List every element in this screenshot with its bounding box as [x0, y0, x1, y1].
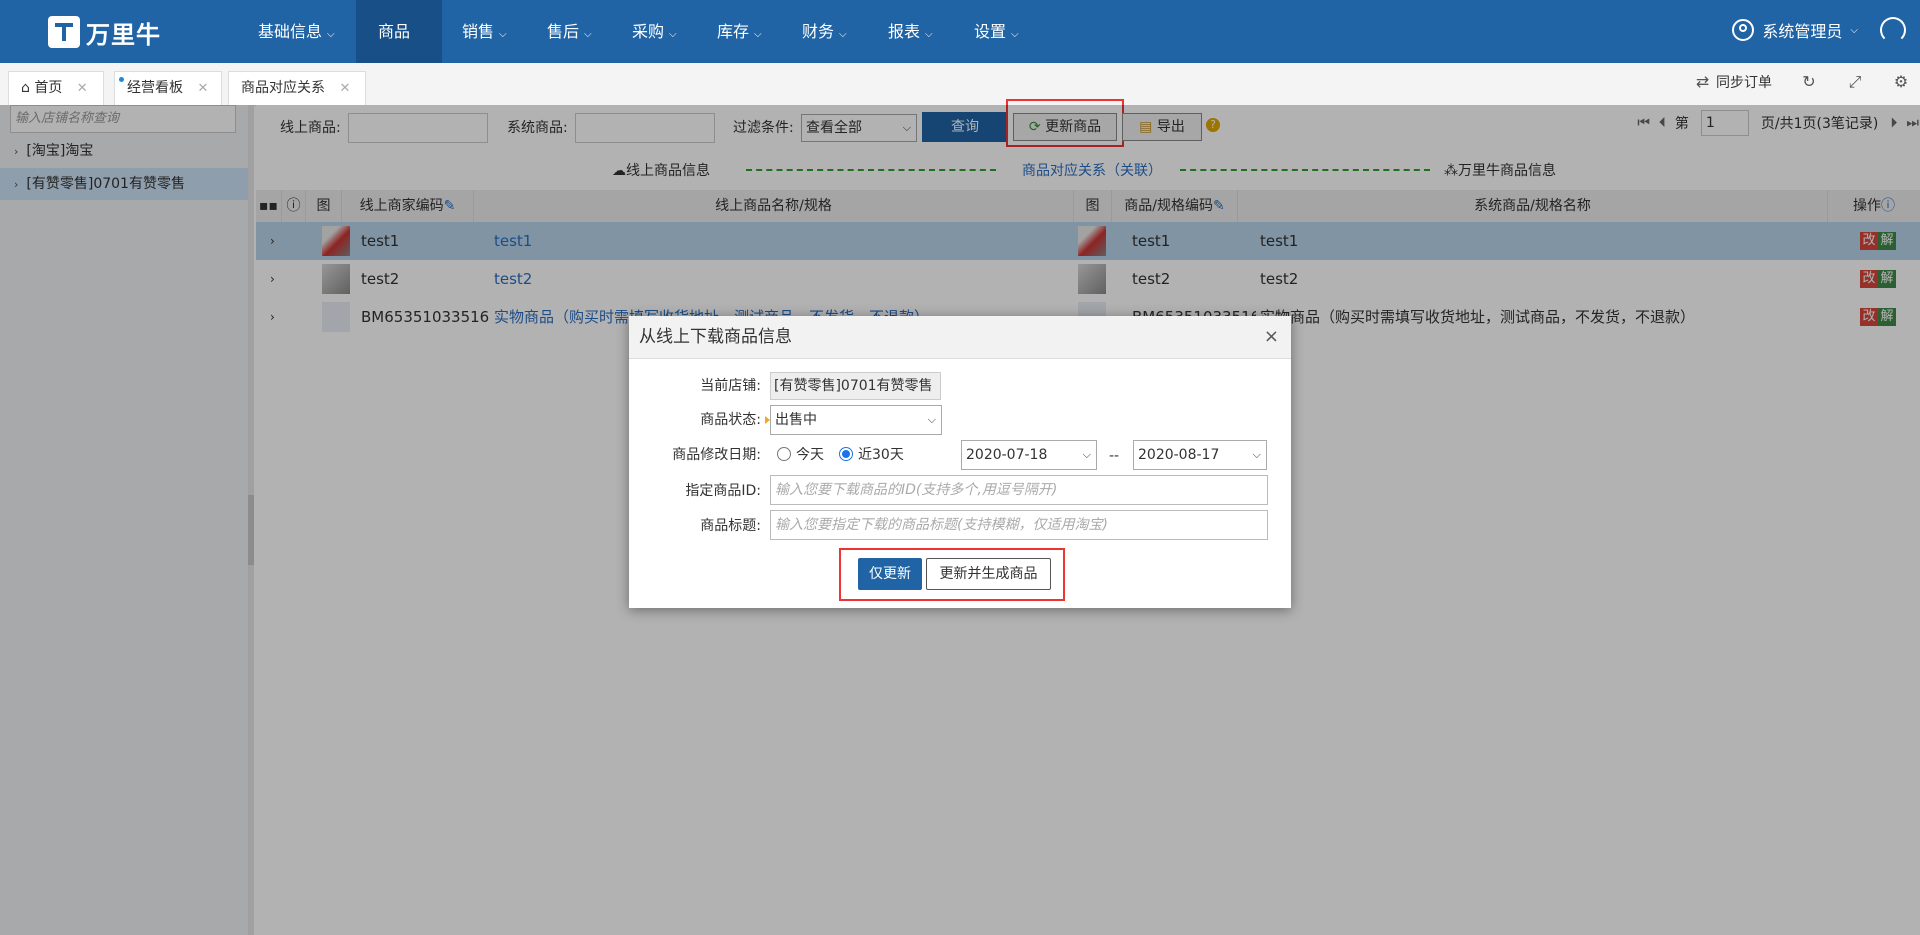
radio-today-label: 今天	[796, 447, 824, 463]
nav-item-sales[interactable]: 销售 ⌵	[440, 0, 529, 63]
user-name: 系统管理员	[1762, 22, 1843, 41]
sync-orders-button[interactable]: ⇄ 同步订单	[1694, 72, 1772, 92]
shop-label: 当前店铺:	[700, 378, 761, 394]
chevron-down-icon: ⌵	[584, 29, 592, 40]
swap-icon: ⇄	[1695, 72, 1710, 91]
tab-dashboard[interactable]: 经营看板 ✕	[114, 71, 222, 105]
settings-icon[interactable]: ⚙	[1892, 73, 1910, 91]
dialog-title: 从线上下载商品信息	[639, 327, 792, 347]
chevron-down-icon: ⌵	[1082, 448, 1091, 461]
tab-product-mapping[interactable]: 商品对应关系 ✕	[228, 71, 366, 105]
product-title-input[interactable]: 输入您要指定下载的商品标题(支持模糊，仅适用淘宝)	[770, 510, 1268, 540]
top-navbar: 万里牛 基础信息⌵ 商品⌵ 销售⌵ 售后⌵ 采购⌵ 库存⌵ 财务⌵ 报表⌵ 设置…	[0, 0, 1920, 103]
close-icon[interactable]: ✕	[197, 81, 208, 96]
tab-bar: ⌂ 首页 ✕ 经营看板 ✕ 商品对应关系 ✕	[0, 63, 1920, 106]
refresh-icon[interactable]: ↻	[1800, 73, 1818, 91]
update-and-generate-button[interactable]: 更新并生成商品	[926, 558, 1051, 590]
chevron-down-icon: ⌵	[839, 29, 847, 40]
radio-today[interactable]	[777, 447, 791, 461]
nav-item-basic-info[interactable]: 基础信息 ⌵	[236, 0, 357, 63]
fullscreen-icon[interactable]: ⤢	[1846, 73, 1864, 91]
close-icon[interactable]: ✕	[77, 81, 88, 96]
chevron-down-icon: ⌵	[1850, 24, 1858, 36]
date-label: 商品修改日期:	[672, 447, 761, 463]
radio-30days-label: 近30天	[858, 447, 904, 463]
update-only-button[interactable]: 仅更新	[858, 558, 922, 590]
home-icon: ⌂	[21, 80, 30, 96]
nav-item-after-sales[interactable]: 售后 ⌵	[525, 0, 614, 63]
right-tools: ⇄ 同步订单 ↻ ⤢ ⚙	[1694, 72, 1910, 92]
date-to-select[interactable]: 2020-08-17 ⌵	[1133, 440, 1267, 470]
chevron-down-icon: ⌵	[927, 413, 936, 426]
chevron-down-icon: ⌵	[1011, 29, 1019, 40]
close-icon[interactable]: ×	[1264, 316, 1279, 358]
current-shop-field: [有赞零售]0701有赞零售	[770, 372, 941, 400]
nav-item-reports[interactable]: 报表 ⌵	[866, 0, 955, 63]
user-menu[interactable]: 系统管理员 ⌵	[1732, 18, 1858, 42]
chevron-down-icon: ⌵	[754, 29, 762, 40]
nav-item-products[interactable]: 商品⌵	[356, 0, 442, 103]
logo-icon	[48, 16, 80, 48]
dialog-header: 从线上下载商品信息 ×	[629, 316, 1291, 359]
status-select[interactable]: 出售中 ⌵	[770, 405, 942, 435]
chevron-down-icon: ⌵	[925, 29, 933, 40]
download-products-dialog: 从线上下载商品信息 × 当前店铺: [有赞零售]0701有赞零售 商品状态: 出…	[629, 316, 1291, 608]
tab-home[interactable]: ⌂ 首页 ✕	[8, 71, 104, 105]
chevron-down-icon: ⌵	[327, 29, 335, 40]
chevron-down-icon: ⌵	[1252, 448, 1261, 461]
nav-item-finance[interactable]: 财务 ⌵	[780, 0, 869, 63]
headset-icon[interactable]	[1880, 17, 1906, 43]
product-title-label: 商品标题:	[700, 518, 761, 534]
close-icon[interactable]: ✕	[339, 81, 350, 96]
product-id-label: 指定商品ID:	[685, 483, 761, 499]
status-label: 商品状态:	[700, 412, 761, 428]
product-id-input[interactable]: 输入您要下载商品的ID(支持多个,用逗号隔开)	[770, 475, 1268, 505]
date-separator: --	[1109, 448, 1120, 464]
unread-dot	[119, 77, 124, 82]
nav-item-settings[interactable]: 设置 ⌵	[952, 0, 1041, 63]
chevron-down-icon: ⌵	[499, 29, 507, 40]
logo-text: 万里牛	[86, 20, 161, 49]
nav-item-inventory[interactable]: 库存 ⌵	[695, 0, 784, 63]
brand-logo[interactable]: 万里牛	[48, 15, 161, 49]
nav-item-purchase[interactable]: 采购 ⌵	[610, 0, 699, 63]
date-from-select[interactable]: 2020-07-18 ⌵	[961, 440, 1097, 470]
chevron-down-icon: ⌵	[669, 29, 677, 40]
user-icon	[1732, 19, 1755, 41]
radio-30days[interactable]	[839, 447, 853, 461]
